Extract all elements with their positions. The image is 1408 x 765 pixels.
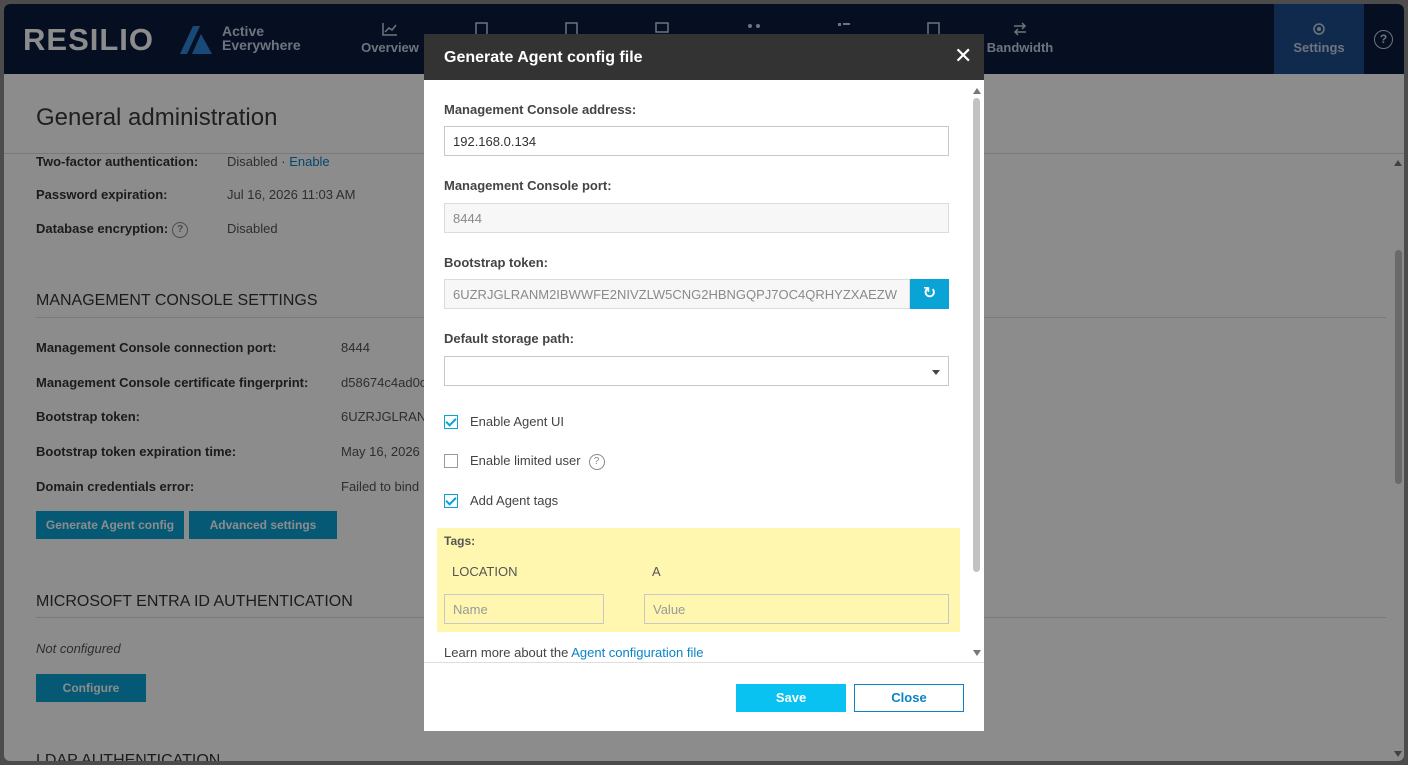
agent-config-file-link[interactable]: Agent configuration file: [571, 645, 703, 660]
close-button[interactable]: Close: [854, 684, 964, 712]
bootstrap-token-input: 6UZRJGLRANM2IBWWFE2NIVZLW5CNG2HBNGQPJ7OC…: [444, 279, 910, 309]
dialog-header: Generate Agent config file ✕: [424, 34, 984, 80]
tag-value[interactable]: A: [652, 564, 661, 579]
mc-port-input: 8444: [444, 203, 949, 233]
refresh-icon: ↻: [922, 285, 937, 302]
generate-agent-config-dialog: Generate Agent config file ✕ Management …: [424, 34, 984, 731]
tags-label: Tags:: [444, 534, 476, 548]
checkbox[interactable]: [444, 494, 458, 508]
storage-path-dropdown[interactable]: [444, 356, 949, 386]
save-button[interactable]: Save: [736, 684, 846, 712]
scroll-down-icon[interactable]: [973, 650, 981, 656]
dialog-title: Generate Agent config file: [444, 49, 643, 66]
tag-value-input[interactable]: Value: [644, 594, 949, 624]
refresh-token-button[interactable]: ↻: [910, 279, 949, 309]
close-icon[interactable]: ✕: [954, 45, 972, 67]
storage-label: Default storage path:: [444, 331, 575, 346]
token-label: Bootstrap token:: [444, 255, 548, 270]
checkbox[interactable]: [444, 454, 458, 468]
question-icon[interactable]: ?: [588, 453, 605, 470]
dialog-scrollbar[interactable]: [972, 84, 982, 660]
checkbox[interactable]: [444, 415, 458, 429]
learn-more-text: Learn more about the Agent configuration…: [444, 645, 704, 660]
scroll-thumb[interactable]: [973, 98, 980, 572]
mc-address-input[interactable]: 192.168.0.134: [444, 126, 949, 156]
dialog-body: Management Console address: 192.168.0.13…: [424, 80, 984, 662]
chevron-down-icon: [932, 370, 940, 375]
tag-name[interactable]: LOCATION: [452, 564, 518, 579]
port-label: Management Console port:: [444, 178, 612, 193]
address-label: Management Console address:: [444, 102, 637, 117]
scroll-up-icon[interactable]: [973, 88, 981, 94]
tag-name-input[interactable]: Name: [444, 594, 604, 624]
dialog-footer: Save Close: [424, 662, 984, 731]
tags-panel: Tags: LOCATION A Name Value: [437, 528, 960, 632]
